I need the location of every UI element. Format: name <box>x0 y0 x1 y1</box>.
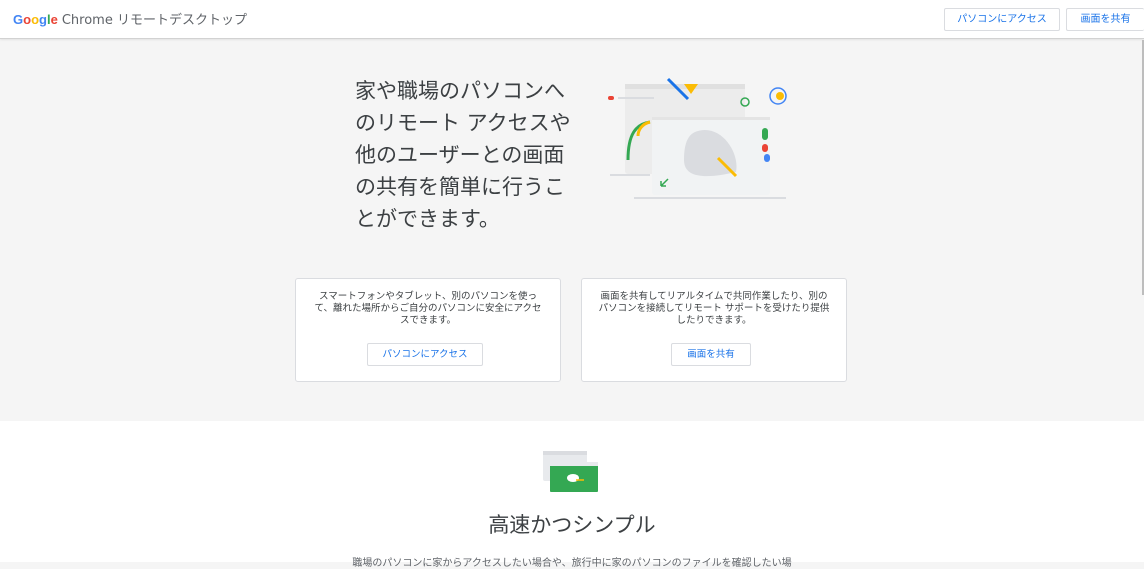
chrome-remote-desktop-logo[interactable]: Google Chrome リモートデスクトップ <box>13 9 247 28</box>
fast-simple-section: 高速かつシンプル 職場のパソコンに家からアクセスしたい場合や、旅行中に家のパソコ… <box>0 421 1144 569</box>
share-card-button[interactable]: 画面を共有 <box>671 343 751 366</box>
section-title: 高速かつシンプル <box>488 513 656 537</box>
logo-letter: G <box>13 12 24 27</box>
hero-title-line: のリモート アクセスや <box>355 111 571 135</box>
logo-letter: g <box>39 12 47 27</box>
access-card-description: スマートフォンやタブレット、別のパソコンを使って、離れた場所からご自分のパソコン… <box>314 291 542 326</box>
hero-title-line: の共有を簡単に行うこ <box>355 175 565 199</box>
logo-letter: o <box>31 12 40 27</box>
header-share-button[interactable]: 画面を共有 <box>1066 8 1144 31</box>
logo-letter: o <box>23 12 32 27</box>
fast-simple-illustration <box>543 451 598 492</box>
share-card-description: 画面を共有してリアルタイムで共同作業したり、別のパソコンを接続してリモート サポ… <box>598 291 830 326</box>
access-card-button[interactable]: パソコンにアクセス <box>367 343 483 366</box>
logo-letter: e <box>50 12 58 27</box>
remote-screens-illustration <box>608 77 787 199</box>
hero-title: 家や職場のパソコンへ のリモート アクセスや 他のユーザーとの画面 の共有を簡単… <box>355 75 583 235</box>
top-header: Google Chrome リモートデスクトップ パソコンにアクセス 画面を共有 <box>0 0 1144 39</box>
hero-title-line: 家や職場のパソコンへ <box>355 79 565 103</box>
hero-title-line: とができます。 <box>355 207 500 231</box>
product-name: Chrome リモートデスクトップ <box>61 13 247 28</box>
header-access-button[interactable]: パソコンにアクセス <box>944 8 1060 31</box>
share-card: 画面を共有してリアルタイムで共同作業したり、別のパソコンを接続してリモート サポ… <box>581 278 847 382</box>
access-card: スマートフォンやタブレット、別のパソコンを使って、離れた場所からご自分のパソコン… <box>295 278 561 382</box>
hero-title-line: 他のユーザーとの画面 <box>355 143 565 167</box>
